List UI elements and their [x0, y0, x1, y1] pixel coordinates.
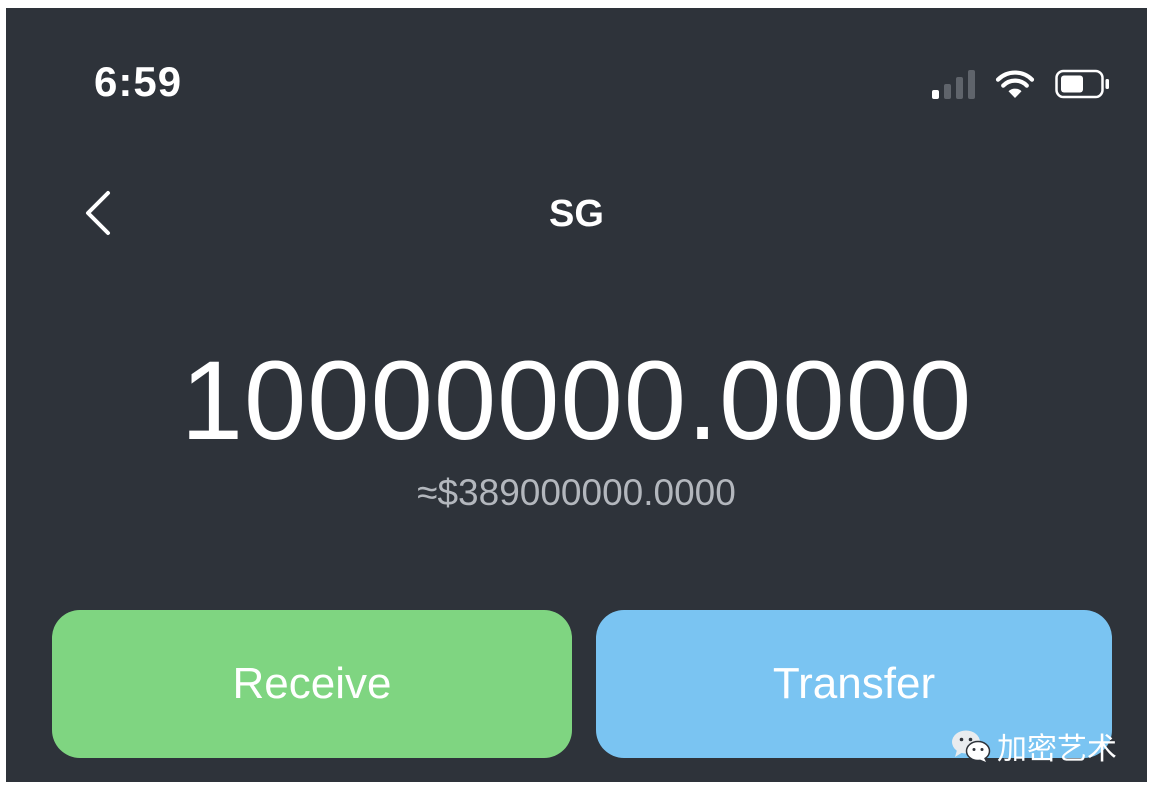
- watermark: 加密艺术: [951, 724, 1117, 768]
- receive-button-label: Receive: [232, 659, 392, 708]
- token-balance: 10000000.0000: [180, 338, 973, 463]
- status-time: 6:59: [94, 58, 183, 105]
- page-title: SG: [549, 193, 604, 235]
- signal-icon: [932, 69, 975, 99]
- battery-icon: [1055, 69, 1111, 99]
- watermark-text: 加密艺术: [997, 732, 1117, 767]
- transfer-button-label: Transfer: [772, 659, 936, 708]
- wechat-icon: [952, 730, 991, 762]
- wifi-icon: [995, 70, 1035, 98]
- status-icons: [932, 64, 1111, 104]
- fiat-value: ≈$389000000.0000: [417, 472, 736, 513]
- wallet-screen: 6:59 SG 10000000.0000 ≈$389000000.0000 R…: [6, 8, 1147, 782]
- receive-button[interactable]: Receive: [52, 610, 572, 758]
